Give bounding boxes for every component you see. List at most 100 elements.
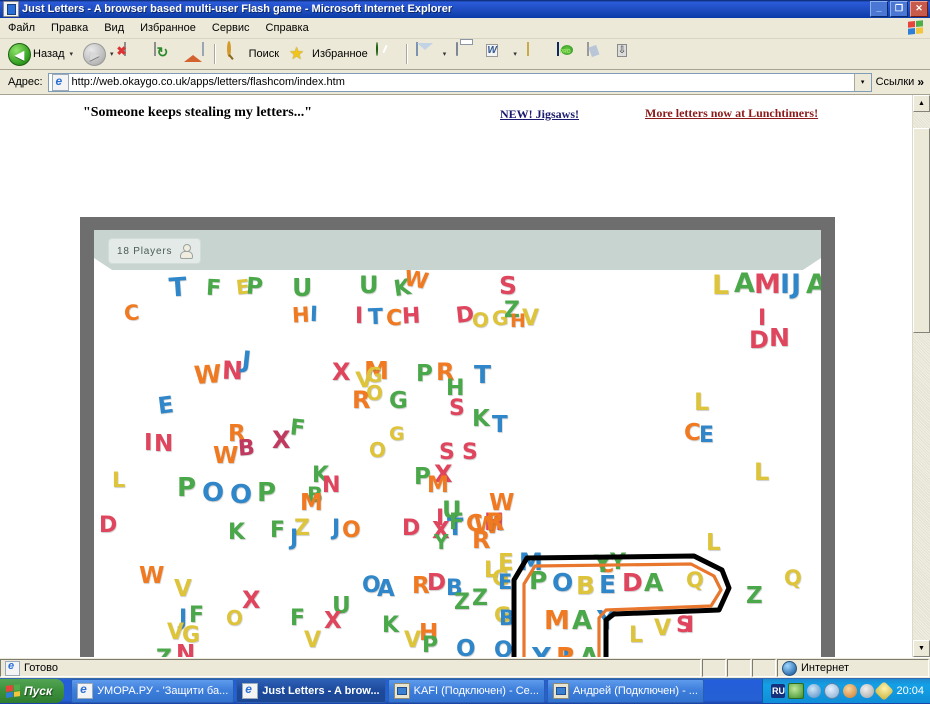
network-icon[interactable]	[788, 683, 805, 699]
magnet-letter[interactable]: O	[202, 480, 224, 506]
magnet-letter[interactable]: V	[522, 308, 539, 330]
scrollbar-thumb[interactable]	[913, 128, 930, 333]
magnet-letter[interactable]: E	[498, 572, 512, 593]
magnet-letter[interactable]: O	[226, 608, 243, 628]
magnet-letter[interactable]: W	[193, 359, 223, 390]
magnet-letter[interactable]: J	[290, 528, 298, 550]
chevron-down-icon-mail[interactable]: ▾	[443, 50, 447, 58]
stop-button[interactable]: ✖	[117, 42, 150, 66]
magnet-letter[interactable]: F	[449, 512, 464, 534]
notes-button[interactable]	[523, 42, 553, 66]
history-button[interactable]	[372, 42, 402, 66]
edit-word-button[interactable]: W ▾	[482, 42, 523, 66]
magnet-letter[interactable]: L	[706, 532, 721, 555]
close-button[interactable]: ✕	[910, 1, 928, 17]
volume-icon[interactable]	[860, 684, 875, 698]
magnet-letter[interactable]: E	[699, 425, 714, 447]
magnet-letter[interactable]: D	[622, 570, 643, 595]
letters-board[interactable]: TFEPUCHIUKWITCHSDOGZHVLAMIJAIDNWNJXMOPRE…	[94, 270, 821, 657]
magnet-letter[interactable]: K	[382, 615, 399, 637]
chevron-down-icon-word[interactable]: ▾	[513, 50, 517, 58]
menu-favorites[interactable]: Избранное	[132, 20, 204, 36]
magnet-letter[interactable]: E	[156, 392, 175, 420]
menu-edit[interactable]: Правка	[43, 20, 96, 36]
magnet-letter[interactable]: G	[389, 425, 405, 444]
magnet-letter[interactable]: L	[712, 272, 729, 299]
magnet-letter[interactable]: B	[499, 608, 515, 629]
magnet-letter[interactable]: G	[366, 365, 382, 385]
magnet-letter[interactable]: P	[177, 475, 196, 501]
magnet-letter[interactable]: X	[324, 610, 342, 633]
scroll-up-button[interactable]: ▲	[913, 95, 930, 112]
magnet-letter[interactable]: W	[139, 565, 164, 588]
magnet-letter[interactable]: F	[270, 520, 285, 542]
page-scrollbar[interactable]: ▲ ▼	[912, 95, 930, 657]
magnet-letter[interactable]: M	[754, 271, 781, 298]
magnet-letter[interactable]: Y	[597, 608, 616, 634]
magnet-letter[interactable]: L	[629, 625, 643, 647]
home-button[interactable]	[180, 42, 210, 66]
magnet-letter[interactable]: P	[529, 568, 547, 593]
download-addon-button[interactable]: ⇩	[613, 42, 643, 66]
flash-game-stage[interactable]: 18 Players TFEPUCHIUKWITCHSDOGZHVLAMIJAI…	[80, 217, 835, 657]
magnet-letter[interactable]: B	[237, 435, 255, 461]
minimize-button[interactable]: _	[870, 1, 888, 17]
language-indicator[interactable]: RU	[771, 684, 786, 698]
magnet-letter[interactable]: S	[449, 398, 465, 420]
address-input[interactable]: http://web.okaygo.co.uk/apps/letters/fla…	[72, 76, 854, 88]
magnet-letter[interactable]: A	[377, 578, 395, 601]
magnet-letter[interactable]: V	[654, 618, 671, 640]
magnet-letter[interactable]: L	[754, 460, 769, 484]
magnet-letter[interactable]: H	[401, 304, 421, 330]
magnet-letter[interactable]: U	[359, 273, 379, 297]
start-button[interactable]: Пуск	[0, 679, 65, 703]
magnet-letter[interactable]: H	[291, 303, 310, 328]
link-jigsaws[interactable]: NEW! Jigsaws!	[500, 107, 579, 122]
magnet-letter[interactable]: G	[389, 390, 408, 413]
magnet-letter[interactable]: T	[168, 272, 188, 303]
connection-icon[interactable]	[807, 684, 822, 698]
magnet-letter[interactable]: Z	[454, 592, 470, 614]
magnet-letter[interactable]: S	[462, 442, 478, 464]
magnet-letter[interactable]: D	[402, 518, 420, 540]
magnet-letter[interactable]: O	[456, 638, 476, 658]
magnet-letter[interactable]: O	[552, 570, 573, 595]
magnet-letter[interactable]: O	[230, 482, 252, 508]
magnet-letter[interactable]: J	[241, 346, 253, 375]
game-canvas[interactable]: 18 Players TFEPUCHIUKWITCHSDOGZHVLAMIJAI…	[94, 230, 821, 657]
magnet-letter[interactable]: Y	[532, 645, 551, 657]
magnet-letter[interactable]: M	[544, 608, 570, 634]
magnet-letter[interactable]: P	[257, 480, 276, 506]
favorites-button[interactable]: ★ Избранное	[283, 42, 372, 66]
magnet-letter[interactable]: V	[304, 630, 321, 652]
pro-addon-button[interactable]	[553, 42, 583, 66]
magnet-letter[interactable]: I	[144, 432, 153, 455]
antivirus-icon[interactable]	[843, 684, 858, 698]
magnet-letter[interactable]: J	[332, 518, 340, 540]
mail-button[interactable]: ▾	[412, 42, 453, 66]
magnet-letter[interactable]: O	[369, 440, 386, 460]
magnet-letter[interactable]: R	[352, 388, 370, 412]
magnet-letter[interactable]: A	[644, 570, 663, 595]
address-dropdown-icon[interactable]: ▾	[853, 73, 871, 91]
magnet-letter[interactable]: P	[245, 273, 264, 300]
search-button[interactable]: Поиск	[220, 41, 283, 66]
chevron-down-icon[interactable]: ▾	[70, 50, 74, 58]
magnet-letter[interactable]: I	[355, 306, 363, 328]
menu-tools[interactable]: Сервис	[204, 20, 258, 36]
magnet-letter[interactable]: K	[472, 408, 490, 431]
magnet-letter[interactable]: N	[154, 433, 173, 456]
magnet-letter[interactable]: A	[734, 270, 755, 297]
menu-view[interactable]: Вид	[96, 20, 132, 36]
magnet-letter[interactable]: K	[228, 522, 245, 544]
magnet-letter[interactable]: C	[123, 300, 140, 325]
refresh-button[interactable]: ↻	[150, 42, 180, 66]
magnet-letter[interactable]: Y	[434, 532, 448, 552]
scheduler-icon[interactable]	[824, 683, 841, 699]
link-lunchtimers[interactable]: More letters now at Lunchtimers!	[645, 106, 818, 121]
magnet-letter[interactable]: P	[416, 363, 433, 386]
magnet-letter[interactable]: A	[806, 271, 821, 298]
magnet-letter[interactable]: V	[174, 578, 192, 601]
magnet-letter[interactable]: O	[471, 308, 489, 333]
magnet-letter[interactable]: I	[686, 615, 694, 637]
